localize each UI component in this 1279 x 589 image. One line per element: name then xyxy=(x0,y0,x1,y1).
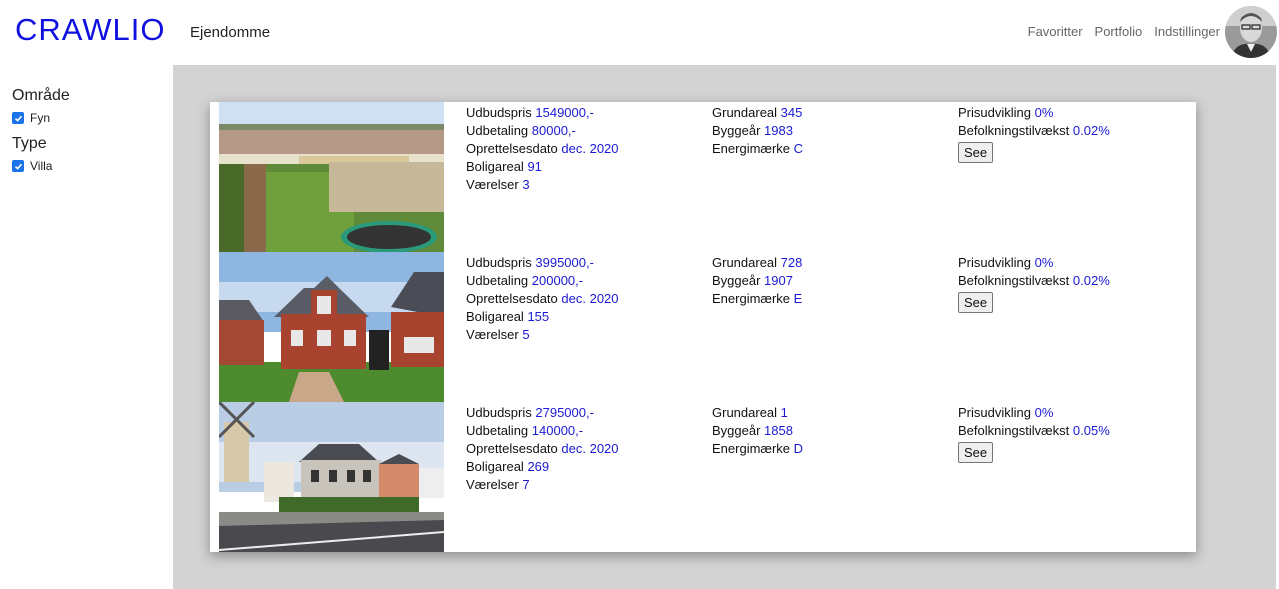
value-boligareal: 91 xyxy=(527,159,542,174)
value-energimaerke: C xyxy=(793,141,804,156)
value-befolkningstilvaekst: 0.02% xyxy=(1072,273,1110,288)
label-oprettelsesdato: Oprettelsesdato xyxy=(466,141,558,156)
label-udbudspris: Udbudspris xyxy=(466,105,532,120)
value-oprettelsesdato: dec. 2020 xyxy=(561,291,619,306)
label-prisudvikling: Prisudvikling xyxy=(958,405,1031,420)
checkbox-fyn-label: Fyn xyxy=(30,111,51,125)
label-energimaerke: Energimærke xyxy=(712,141,791,156)
label-byggeaar: Byggeår xyxy=(712,423,761,438)
value-udbudspris: 2795000,- xyxy=(535,405,594,420)
value-prisudvikling: 0% xyxy=(1034,105,1054,120)
area-heading: Område xyxy=(12,87,70,104)
label-byggeaar: Byggeår xyxy=(712,123,761,138)
value-grundareal: 728 xyxy=(780,255,803,270)
label-boligareal: Boligareal xyxy=(466,309,524,324)
value-energimaerke: D xyxy=(793,441,804,456)
main-content: Udbudspris 1549000,- Udbetaling 80000,- … xyxy=(173,65,1276,589)
see-button[interactable]: See xyxy=(958,292,994,313)
nav-indstillinger[interactable]: Indstillinger xyxy=(1154,24,1220,39)
value-udbudspris: 1549000,- xyxy=(535,105,594,120)
value-byggeaar: 1983 xyxy=(764,123,793,138)
listing-col-price: Udbudspris 1549000,- Udbetaling 80000,- … xyxy=(466,104,619,194)
avatar[interactable] xyxy=(1225,6,1277,58)
value-vaerelser: 7 xyxy=(522,477,530,492)
listings-card: Udbudspris 1549000,- Udbetaling 80000,- … xyxy=(210,102,1196,552)
label-prisudvikling: Prisudvikling xyxy=(958,105,1031,120)
property-photo[interactable] xyxy=(219,402,444,552)
label-udbudspris: Udbudspris xyxy=(466,255,532,270)
listing-col-details: Grundareal 345 Byggeår 1983 Energimærke … xyxy=(712,104,803,158)
nav-ejendomme[interactable]: Ejendomme xyxy=(190,24,270,41)
label-udbudspris: Udbudspris xyxy=(466,405,532,420)
nav-portfolio[interactable]: Portfolio xyxy=(1095,24,1143,39)
listing-col-stats: Prisudvikling 0% Befolkningstilvækst 0.0… xyxy=(958,254,1110,313)
label-prisudvikling: Prisudvikling xyxy=(958,255,1031,270)
value-udbetaling: 200000,- xyxy=(531,273,584,288)
app-logo[interactable]: CRAWLIO xyxy=(15,12,166,48)
listing-col-price: Udbudspris 3995000,- Udbetaling 200000,-… xyxy=(466,254,619,344)
value-udbetaling: 80000,- xyxy=(531,123,576,138)
label-byggeaar: Byggeår xyxy=(712,273,761,288)
value-vaerelser: 3 xyxy=(522,177,530,192)
label-udbetaling: Udbetaling xyxy=(466,123,529,138)
value-energimaerke: E xyxy=(793,291,803,306)
value-udbetaling: 140000,- xyxy=(531,423,584,438)
value-vaerelser: 5 xyxy=(522,327,530,342)
filter-villa[interactable]: Villa xyxy=(12,159,173,173)
label-befolkningstilvaekst: Befolkningstilvækst xyxy=(958,273,1070,288)
label-udbetaling: Udbetaling xyxy=(466,273,529,288)
listing-col-price: Udbudspris 2795000,- Udbetaling 140000,-… xyxy=(466,404,619,494)
value-oprettelsesdato: dec. 2020 xyxy=(561,141,619,156)
label-grundareal: Grundareal xyxy=(712,105,778,120)
listing-col-stats: Prisudvikling 0% Befolkningstilvækst 0.0… xyxy=(958,404,1110,463)
label-energimaerke: Energimærke xyxy=(712,441,791,456)
value-udbudspris: 3995000,- xyxy=(535,255,594,270)
top-navbar: CRAWLIO Ejendomme Favoritter Portfolio I… xyxy=(0,0,1279,65)
type-heading: Type xyxy=(12,135,47,152)
nav-favoritter[interactable]: Favoritter xyxy=(1028,24,1083,39)
check-icon xyxy=(14,163,22,170)
nav-right-links: Favoritter Portfolio Indstillinger xyxy=(1028,24,1220,39)
value-byggeaar: 1907 xyxy=(764,273,793,288)
label-energimaerke: Energimærke xyxy=(712,291,791,306)
property-photo[interactable] xyxy=(219,102,444,252)
label-boligareal: Boligareal xyxy=(466,459,524,474)
label-vaerelser: Værelser xyxy=(466,177,519,192)
see-button[interactable]: See xyxy=(958,142,994,163)
label-oprettelsesdato: Oprettelsesdato xyxy=(466,441,558,456)
value-prisudvikling: 0% xyxy=(1034,405,1054,420)
label-oprettelsesdato: Oprettelsesdato xyxy=(466,291,558,306)
listing-row: Udbudspris 3995000,- Udbetaling 200000,-… xyxy=(210,252,1196,402)
listing-row: Udbudspris 2795000,- Udbetaling 140000,-… xyxy=(210,402,1196,552)
value-byggeaar: 1858 xyxy=(764,423,793,438)
label-udbetaling: Udbetaling xyxy=(466,423,529,438)
value-boligareal: 269 xyxy=(527,459,550,474)
label-vaerelser: Værelser xyxy=(466,327,519,342)
checkbox-fyn[interactable] xyxy=(12,112,24,124)
label-befolkningstilvaekst: Befolkningstilvækst xyxy=(958,123,1070,138)
listing-col-stats: Prisudvikling 0% Befolkningstilvækst 0.0… xyxy=(958,104,1110,163)
value-boligareal: 155 xyxy=(527,309,550,324)
value-befolkningstilvaekst: 0.02% xyxy=(1072,123,1110,138)
filter-fyn[interactable]: Fyn xyxy=(12,111,173,125)
label-befolkningstilvaekst: Befolkningstilvækst xyxy=(958,423,1070,438)
value-grundareal: 1 xyxy=(780,405,788,420)
check-icon xyxy=(14,115,22,122)
listing-col-details: Grundareal 1 Byggeår 1858 Energimærke D xyxy=(712,404,803,458)
filter-sidebar: Område Fyn Type Villa xyxy=(0,65,173,589)
listing-col-details: Grundareal 728 Byggeår 1907 Energimærke … xyxy=(712,254,802,308)
label-grundareal: Grundareal xyxy=(712,255,778,270)
listing-row: Udbudspris 1549000,- Udbetaling 80000,- … xyxy=(210,102,1196,252)
checkbox-villa[interactable] xyxy=(12,160,24,172)
value-befolkningstilvaekst: 0.05% xyxy=(1072,423,1110,438)
value-oprettelsesdato: dec. 2020 xyxy=(561,441,619,456)
label-grundareal: Grundareal xyxy=(712,405,778,420)
checkbox-villa-label: Villa xyxy=(30,159,53,173)
see-button[interactable]: See xyxy=(958,442,994,463)
value-grundareal: 345 xyxy=(780,105,803,120)
label-vaerelser: Værelser xyxy=(466,477,519,492)
value-prisudvikling: 0% xyxy=(1034,255,1054,270)
property-photo[interactable] xyxy=(219,252,444,402)
label-boligareal: Boligareal xyxy=(466,159,524,174)
